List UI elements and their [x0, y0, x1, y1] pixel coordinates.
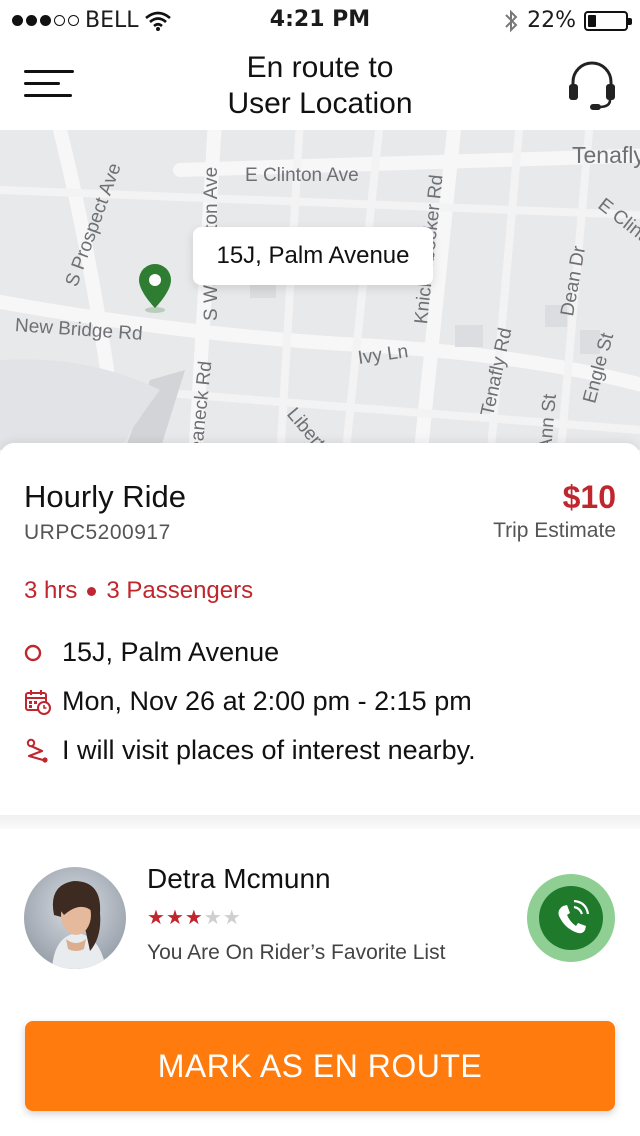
schedule-text: Mon, Nov 26 at 2:00 pm - 2:15 pm [62, 686, 472, 716]
pickup-circle-icon [24, 639, 52, 667]
star-filled-icon: ★ [147, 905, 166, 929]
map-label-tenafly-town: Tenafly [572, 142, 640, 168]
star-empty-icon: ★ [203, 905, 223, 929]
note-row: I will visit places of interest nearby. [24, 735, 476, 766]
ride-meta: 3 hrs 3 Passengers [24, 577, 253, 605]
page-title-line1: En route to [246, 51, 394, 84]
hamburger-menu-icon-line [24, 82, 60, 85]
trip-card: Hourly Ride URPC5200917 $10 Trip Estimat… [0, 443, 640, 815]
header: En route to User Location [0, 40, 640, 130]
phone-icon [558, 899, 590, 934]
calendar-clock-icon [24, 688, 52, 716]
star-filled-icon: ★ [184, 905, 204, 929]
battery-percentage: 22% [527, 8, 576, 33]
star-empty-icon: ★ [222, 905, 242, 929]
headset-icon [569, 61, 615, 110]
menu-button[interactable] [24, 66, 74, 102]
status-bar: BELL 4:21 PM 22% [0, 0, 640, 40]
rating-stars: ★★★★★ [147, 905, 242, 929]
avatar[interactable] [24, 867, 126, 969]
ride-duration: 3 hrs [24, 577, 78, 604]
trip-fare: $10 [562, 479, 616, 515]
rider-name: Detra Mcmunn [147, 863, 331, 894]
favorite-status: You Are On Rider’s Favorite List [147, 941, 446, 964]
call-button[interactable] [527, 874, 615, 962]
battery-fill [588, 14, 596, 27]
ride-passengers: 3 Passengers [106, 577, 254, 604]
star-filled-icon: ★ [165, 905, 185, 929]
pickup-row: 15J, Palm Avenue [24, 637, 279, 668]
mark-en-route-button[interactable]: MARK AS EN ROUTE [25, 1021, 615, 1111]
ride-type: Hourly Ride [24, 479, 186, 514]
map-view[interactable]: S Prospect Ave S Washington Ave E Clinto… [0, 130, 640, 450]
hamburger-menu-icon-line [24, 94, 72, 97]
trip-fare-label: Trip Estimate [493, 519, 616, 542]
route-icon [24, 737, 52, 765]
call-button-inner [539, 886, 603, 950]
schedule-row: Mon, Nov 26 at 2:00 pm - 2:15 pm [24, 686, 472, 717]
bluetooth-icon [505, 9, 518, 32]
page-title: En route to User Location [120, 50, 520, 122]
rider-panel: Detra Mcmunn ★★★★★ You Are On Rider’s Fa… [0, 829, 640, 1009]
map-label-clinton: E Clinton Ave [245, 165, 359, 186]
section-divider [0, 815, 640, 829]
battery-icon [584, 10, 632, 31]
location-pin-icon[interactable] [136, 262, 174, 314]
status-right: 22% [503, 8, 632, 33]
pickup-address: 15J, Palm Avenue [62, 637, 280, 667]
rider-note-text: I will visit places of interest nearby. [62, 735, 476, 765]
page-title-line2: User Location [227, 87, 413, 120]
hamburger-menu-icon [24, 70, 74, 73]
support-button[interactable] [566, 58, 618, 112]
separator-dot [87, 586, 97, 596]
location-callout[interactable]: 15J, Palm Avenue [193, 227, 433, 285]
ride-id: URPC5200917 [24, 521, 171, 544]
